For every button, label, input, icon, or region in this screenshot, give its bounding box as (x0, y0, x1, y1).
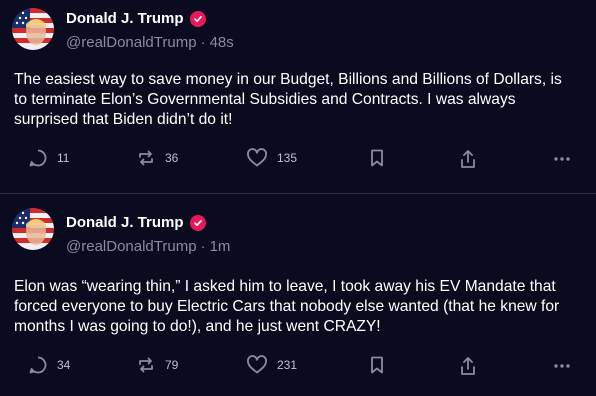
repost-icon (139, 357, 153, 373)
avatar[interactable] (12, 8, 54, 50)
repost-count: 36 (165, 151, 179, 165)
author-row: Donald J. Trump (66, 214, 206, 231)
time-separator: · (200, 238, 206, 255)
reply-count: 34 (57, 358, 71, 372)
like-count: 231 (277, 358, 298, 372)
post-2[interactable]: Donald J. Trump @realDonaldTrump · 1m El… (0, 193, 596, 396)
reply-icon (29, 149, 47, 167)
like-button[interactable]: 231 (246, 355, 297, 375)
action-bar: 34 79 231 (0, 355, 596, 379)
bookmark-icon (371, 149, 383, 167)
repost-icon (139, 150, 153, 166)
bookmark-icon (371, 356, 383, 374)
more-icon (554, 364, 570, 368)
share-button[interactable] (458, 148, 478, 170)
reply-button[interactable]: 34 (28, 355, 70, 375)
share-icon (461, 150, 475, 168)
reply-button[interactable]: 11 (28, 148, 69, 168)
more-button[interactable] (552, 355, 572, 375)
post-1[interactable]: Donald J. Trump @realDonaldTrump · 48s T… (0, 0, 596, 193)
verified-icon (189, 214, 206, 231)
post-text: The easiest way to save money in our Bud… (14, 71, 562, 128)
like-count: 135 (277, 151, 298, 165)
author-handle[interactable]: @realDonaldTrump (66, 238, 197, 255)
author-name[interactable]: Donald J. Trump (66, 214, 184, 231)
like-icon (247, 355, 267, 374)
post-time[interactable]: 48s (210, 34, 234, 51)
handle-row: @realDonaldTrump · 48s (66, 34, 234, 51)
reply-icon (29, 356, 47, 374)
repost-button[interactable]: 79 (136, 355, 178, 375)
more-button[interactable] (552, 148, 572, 168)
repost-button[interactable]: 36 (136, 148, 178, 168)
reply-count: 11 (57, 151, 70, 165)
handle-row: @realDonaldTrump · 1m (66, 238, 230, 255)
bookmark-button[interactable] (369, 355, 385, 375)
repost-count: 79 (165, 358, 179, 372)
more-icon (554, 157, 570, 161)
like-button[interactable]: 135 (246, 148, 297, 168)
author-handle[interactable]: @realDonaldTrump (66, 34, 197, 51)
bookmark-button[interactable] (369, 148, 385, 168)
avatar[interactable] (12, 208, 54, 250)
action-bar: 11 36 135 (0, 148, 596, 172)
share-icon (461, 357, 475, 375)
author-name[interactable]: Donald J. Trump (66, 10, 184, 27)
time-separator: · (200, 34, 206, 51)
post-time[interactable]: 1m (210, 238, 231, 255)
like-icon (247, 148, 267, 167)
verified-icon (189, 10, 206, 27)
author-row: Donald J. Trump (66, 10, 206, 27)
share-button[interactable] (458, 355, 478, 377)
post-text: Elon was “wearing thin,” I asked him to … (14, 278, 560, 335)
